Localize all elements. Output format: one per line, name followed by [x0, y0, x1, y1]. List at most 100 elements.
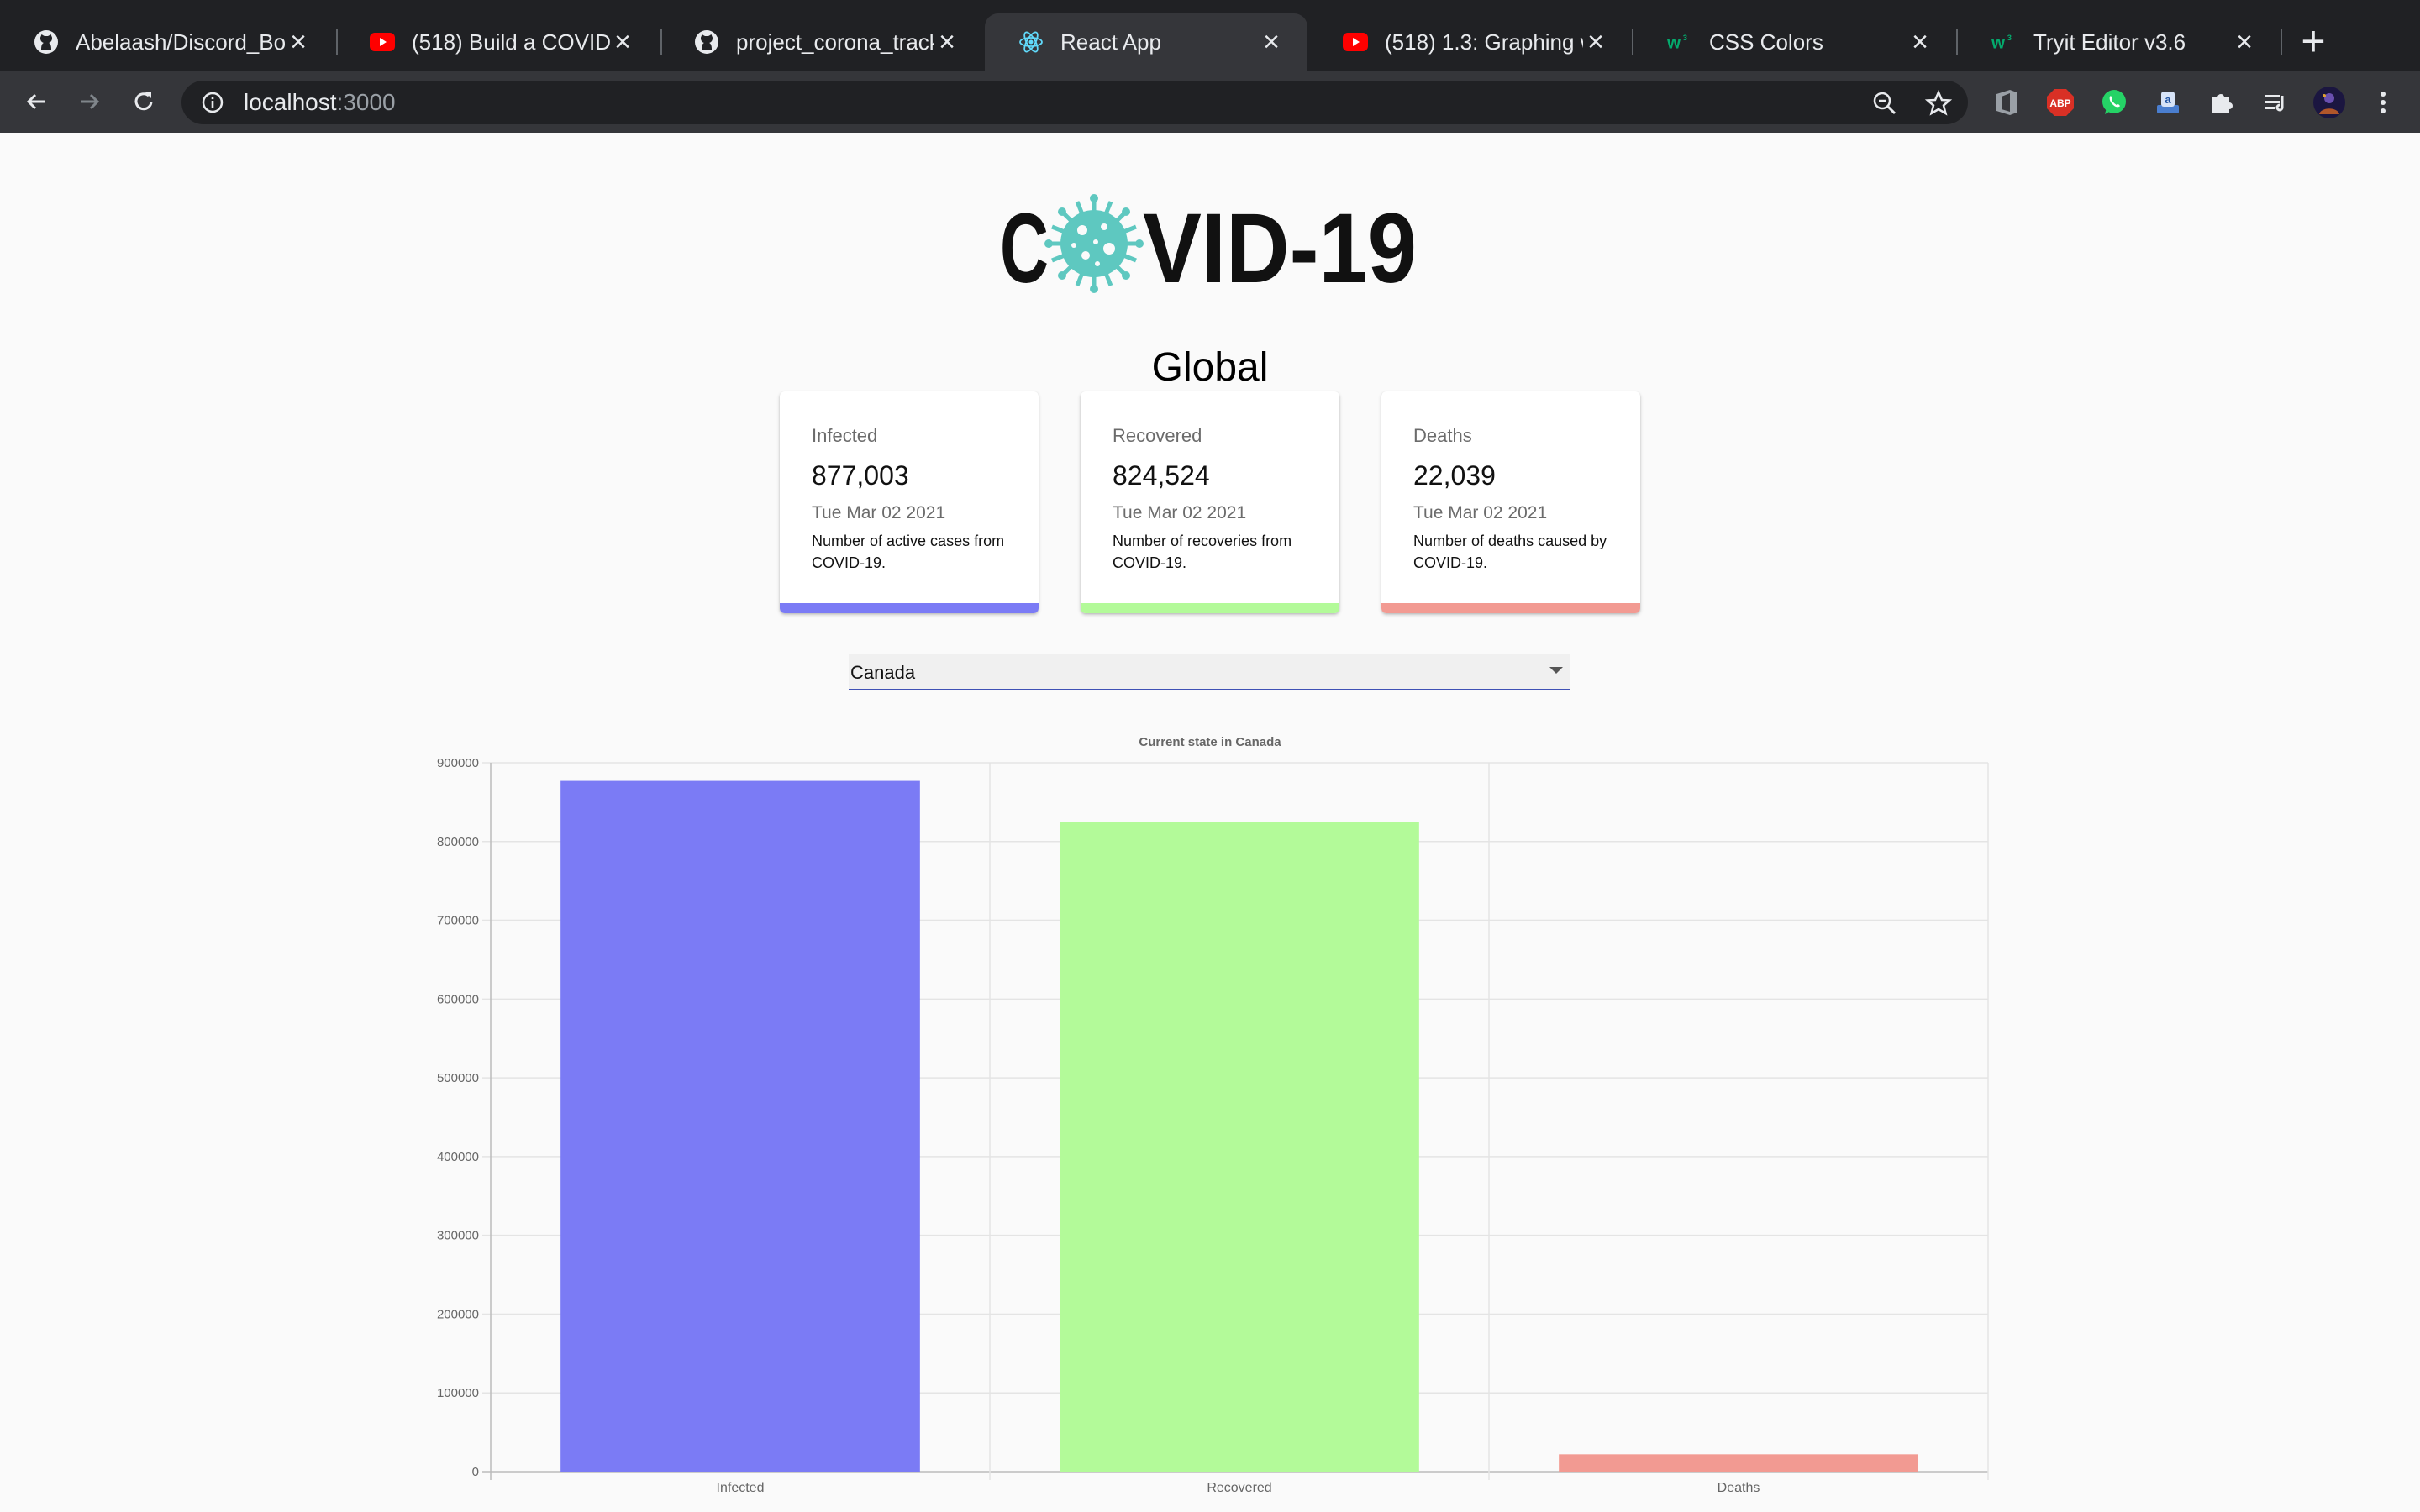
tab-title: (518) Build a COVID-19 [412, 29, 610, 55]
recovered-card: Recovered 824,524 Tue Mar 02 2021 Number… [1081, 391, 1339, 613]
url-host: localhost [244, 89, 337, 115]
card-description: Number of active cases from COVID-19. [812, 533, 1005, 571]
svg-text:w: w [1991, 34, 2006, 53]
new-tab-button[interactable]: + [2292, 20, 2334, 64]
country-select[interactable]: Canada [849, 654, 1570, 690]
dropdown-arrow-icon[interactable] [1549, 667, 1563, 674]
github-icon [34, 29, 59, 55]
close-icon[interactable]: × [934, 26, 960, 59]
react-icon [1018, 29, 1044, 55]
y-tick-label: 600000 [437, 992, 479, 1006]
menu-kebab-icon[interactable] [2366, 86, 2400, 119]
y-tick-label: 500000 [437, 1071, 479, 1085]
card-date: Tue Mar 02 2021 [1413, 503, 1548, 522]
svg-text:3: 3 [1683, 34, 1687, 42]
youtube-icon [370, 29, 395, 55]
w3schools-icon: w3 [1667, 29, 1692, 55]
x-tick-label: Infected [717, 1481, 765, 1495]
country-select-value: Canada [850, 662, 916, 683]
chart-title: Current state in Canada [1139, 735, 1281, 749]
tab-title: project_corona_tracker [736, 29, 934, 55]
virus-icon [1044, 194, 1144, 293]
card-accent-bar [780, 603, 1039, 613]
y-tick-label: 400000 [437, 1150, 479, 1164]
close-icon[interactable]: × [1907, 26, 1933, 59]
x-tick-label: Recovered [1207, 1481, 1271, 1495]
reload-icon [134, 92, 153, 111]
y-tick-label: 700000 [437, 914, 479, 928]
arrow-right-icon [81, 93, 100, 110]
covid-logo: C VID-19 [1000, 193, 1417, 294]
url-port: :3000 [336, 89, 396, 115]
svg-text:w: w [1667, 34, 1681, 53]
browser-tab-1[interactable]: Abelaash/Discord_Bot × [0, 13, 334, 71]
browser-tab-6[interactable]: w3 CSS Colors × [1634, 13, 1956, 71]
page-heading: Global [1151, 345, 1269, 390]
card-accent-bar [1081, 603, 1339, 613]
close-icon[interactable]: × [2232, 26, 2257, 59]
close-icon[interactable]: × [1583, 26, 1608, 59]
logo-text-pre: C [1000, 193, 1049, 294]
svg-text:a: a [2165, 93, 2171, 106]
extensions-puzzle-icon[interactable] [2205, 86, 2238, 119]
tab-title: (518) 1.3: Graphing wit [1385, 29, 1583, 55]
bookmark-star-icon[interactable] [1924, 89, 1953, 118]
svg-text:ABP: ABP [2049, 97, 2070, 109]
logo-text-post: VID-19 [1143, 193, 1417, 294]
y-tick-label: 800000 [437, 835, 479, 849]
adblock-icon[interactable]: ABP [2044, 86, 2077, 119]
card-date: Tue Mar 02 2021 [812, 503, 946, 522]
y-tick-label: 0 [472, 1465, 479, 1479]
close-icon[interactable]: × [610, 26, 635, 59]
y-tick-label: 200000 [437, 1307, 479, 1321]
card-date: Tue Mar 02 2021 [1113, 503, 1247, 522]
bar-chart: Current state in Canada 0 100000 200000 300… [437, 735, 1989, 1495]
browser-tab-3[interactable]: project_corona_tracker × [660, 13, 983, 71]
office-icon[interactable] [1990, 86, 2023, 119]
zoom-icon[interactable] [1870, 89, 1899, 118]
bar-infected [560, 780, 920, 1472]
back-button[interactable] [17, 82, 55, 121]
y-tick-label: 900000 [437, 756, 479, 770]
github-icon [694, 29, 719, 55]
browser-tab-7[interactable]: w3 Tryit Editor v3.6 × [1958, 13, 2281, 71]
bar-deaths [1559, 1454, 1918, 1472]
reload-button[interactable] [124, 82, 163, 121]
bar-recovered [1060, 822, 1419, 1472]
card-value: 877,003 [812, 460, 909, 491]
tab-title: CSS Colors [1709, 29, 1823, 55]
w3schools-icon: w3 [1991, 29, 2017, 55]
media-queue-icon[interactable] [2259, 86, 2292, 119]
card-value: 824,524 [1113, 460, 1210, 491]
deaths-card: Deaths 22,039 Tue Mar 02 2021 Number of … [1381, 391, 1640, 613]
card-description: Number of deaths caused by COVID-19. [1413, 533, 1607, 571]
close-icon[interactable]: × [286, 26, 311, 59]
card-label: Recovered [1113, 425, 1202, 446]
y-tick-label: 300000 [437, 1229, 479, 1243]
card-value: 22,039 [1413, 460, 1496, 491]
tab-title: React App [1060, 29, 1161, 55]
y-tick-label: 100000 [437, 1386, 479, 1400]
tab-separator [2281, 29, 2282, 55]
card-label: Deaths [1413, 425, 1472, 446]
browser-tab-4[interactable]: React App × [985, 13, 1307, 71]
close-icon[interactable]: × [1259, 26, 1284, 59]
youtube-icon [1343, 29, 1368, 55]
x-tick-label: Deaths [1718, 1481, 1760, 1495]
browser-tab-2[interactable]: (518) Build a COVID-19 × [336, 13, 659, 71]
card-accent-bar [1381, 603, 1640, 613]
info-icon[interactable] [200, 90, 225, 115]
browser-tab-5[interactable]: (518) 1.3: Graphing wit × [1309, 13, 1632, 71]
card-label: Infected [812, 425, 878, 446]
address-bar[interactable]: localhost:3000 [182, 81, 1968, 124]
browser-toolbar: localhost:3000 ABP a [0, 71, 2420, 133]
svg-text:3: 3 [2007, 34, 2012, 42]
card-description: Number of recoveries from COVID-19. [1113, 533, 1292, 571]
profile-avatar[interactable] [2312, 86, 2346, 119]
browser-tab-bar: Abelaash/Discord_Bot × (518) Build a COV… [0, 0, 2420, 71]
whatsapp-icon[interactable] [2097, 86, 2131, 119]
translator-icon[interactable]: a [2151, 86, 2185, 119]
infected-card: Infected 877,003 Tue Mar 02 2021 Number … [780, 391, 1039, 613]
arrow-left-icon [26, 93, 45, 110]
forward-button[interactable] [71, 82, 109, 121]
